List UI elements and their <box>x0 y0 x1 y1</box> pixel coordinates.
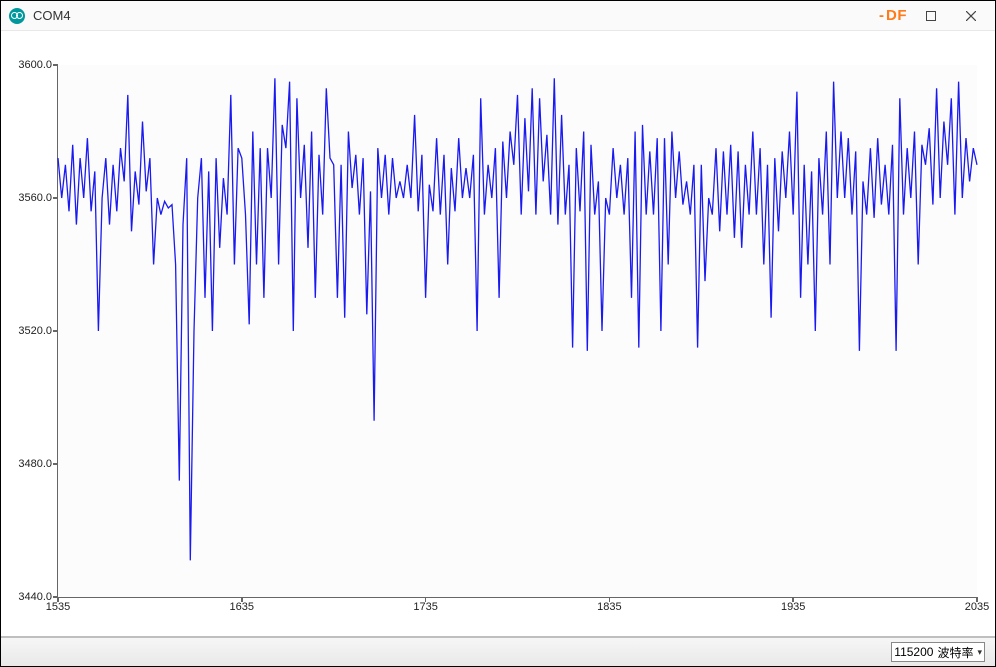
x-axis-label: 1835 <box>597 597 621 613</box>
baud-rate-value: 115200 <box>894 645 933 659</box>
maximize-button[interactable] <box>911 2 951 30</box>
y-axis-label: 3560.0 <box>18 192 58 204</box>
y-axis-label: 3480.0 <box>18 458 58 470</box>
x-axis-label: 1735 <box>413 597 437 613</box>
arduino-icon <box>9 8 25 24</box>
y-axis-label: 3520.0 <box>18 325 58 337</box>
plot-area: 3440.03480.03520.03560.03600.01535163517… <box>57 65 977 598</box>
x-axis-label: 1635 <box>230 597 254 613</box>
brand-dash: - <box>879 7 884 24</box>
x-axis-label: 2035 <box>965 597 989 613</box>
x-axis-label: 1935 <box>781 597 805 613</box>
close-button[interactable] <box>951 2 991 30</box>
title-bar[interactable]: COM4 - DF <box>1 1 995 31</box>
baud-rate-label: 波特率 <box>937 644 973 661</box>
serial-plotter: 3440.03480.03520.03560.03600.01535163517… <box>1 31 995 636</box>
window-title: COM4 <box>33 8 71 23</box>
brand-badge: DF <box>886 7 907 24</box>
footer-bar: 115200 波特率 ▾ <box>1 636 995 666</box>
x-axis-label: 1535 <box>46 597 70 613</box>
data-series-line <box>58 65 977 597</box>
chevron-down-icon: ▾ <box>977 647 982 658</box>
app-window: COM4 - DF 3440.03480.03520.03560.03600.0… <box>1 1 995 666</box>
y-axis-label: 3600.0 <box>18 59 58 71</box>
baud-rate-select[interactable]: 115200 波特率 ▾ <box>891 642 985 662</box>
